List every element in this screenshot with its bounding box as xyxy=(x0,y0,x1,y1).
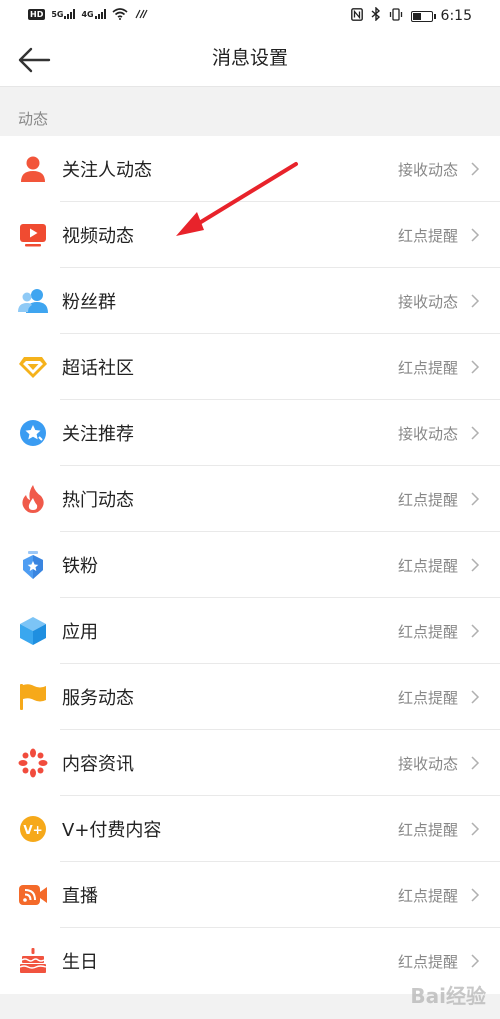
status-time: 6:15 xyxy=(440,8,472,24)
signal-4g-label: 4G xyxy=(81,10,94,19)
settings-list: 关注人动态 接收动态 视频动态 红点提醒 粉丝群 接收动态 超话社区 红点提醒 … xyxy=(0,136,500,994)
video-icon xyxy=(18,220,48,250)
signal-5g-icon: 5G xyxy=(51,9,76,19)
row-value: 接收动态 xyxy=(397,292,458,311)
row-label: 关注推荐 xyxy=(62,424,134,445)
row-label: 热门动态 xyxy=(62,490,134,511)
row-video-updates[interactable]: 视频动态 红点提醒 xyxy=(0,202,500,268)
row-label: 服务动态 xyxy=(62,688,134,709)
row-value: 红点提醒 xyxy=(397,952,458,971)
row-label: 直播 xyxy=(62,886,98,907)
row-label: 粉丝群 xyxy=(62,292,116,313)
nfc-icon xyxy=(350,7,363,25)
cake-icon xyxy=(18,946,48,976)
row-label: 应用 xyxy=(62,622,98,643)
chevron-right-icon xyxy=(471,228,480,242)
chevron-right-icon xyxy=(471,558,480,572)
row-value: 红点提醒 xyxy=(397,358,458,377)
chevron-right-icon xyxy=(471,954,480,968)
row-value: 红点提醒 xyxy=(397,886,458,905)
status-left: HD 5G 4G xyxy=(28,8,148,20)
chevron-right-icon xyxy=(471,822,480,836)
row-value: 接收动态 xyxy=(397,424,458,443)
row-hot-updates[interactable]: 热门动态 红点提醒 xyxy=(0,466,500,532)
page-title: 消息设置 xyxy=(211,47,288,69)
bluetooth-icon xyxy=(371,6,381,25)
row-label: 视频动态 xyxy=(62,226,134,247)
row-value: 红点提醒 xyxy=(397,490,458,509)
chevron-right-icon xyxy=(471,294,480,308)
row-follow-updates[interactable]: 关注人动态 接收动态 xyxy=(0,136,500,202)
chevron-right-icon xyxy=(471,162,480,176)
row-label: 生日 xyxy=(62,952,98,973)
battery-icon xyxy=(410,10,436,22)
watermark: Bai经验 xyxy=(410,984,486,1008)
cube-icon xyxy=(18,616,48,646)
wifi-icon xyxy=(112,8,128,20)
row-label: 超话社区 xyxy=(62,358,134,379)
group-icon xyxy=(18,286,48,316)
chevron-right-icon xyxy=(471,360,480,374)
row-value: 接收动态 xyxy=(397,754,458,773)
row-fan-group[interactable]: 粉丝群 接收动态 xyxy=(0,268,500,334)
section-header: 动态 xyxy=(18,110,49,128)
row-label: 铁粉 xyxy=(62,556,98,577)
status-bar: HD 5G 4G 6:15 xyxy=(0,0,500,34)
row-follow-recommend[interactable]: 关注推荐 接收动态 xyxy=(0,400,500,466)
vibrate-icon xyxy=(389,7,403,25)
row-apps[interactable]: 应用 红点提醒 xyxy=(0,598,500,664)
flame-icon xyxy=(18,484,48,514)
row-value: 红点提醒 xyxy=(397,820,458,839)
row-value: 接收动态 xyxy=(397,160,458,179)
row-iron-fans[interactable]: 铁粉 红点提醒 xyxy=(0,532,500,598)
data-speed-icon xyxy=(135,9,148,19)
row-value: 红点提醒 xyxy=(397,226,458,245)
chevron-right-icon xyxy=(471,888,480,902)
row-live[interactable]: 直播 红点提醒 xyxy=(0,862,500,928)
vplus-icon: V+ xyxy=(18,814,48,844)
row-service-updates[interactable]: 服务动态 红点提醒 xyxy=(0,664,500,730)
chevron-right-icon xyxy=(471,492,480,506)
signal-5g-label: 5G xyxy=(51,10,64,19)
row-value: 红点提醒 xyxy=(397,556,458,575)
dots-flower-icon xyxy=(18,748,48,778)
signal-4g-icon: 4G xyxy=(81,9,106,19)
live-camera-icon xyxy=(18,880,48,910)
row-label: 关注人动态 xyxy=(62,160,152,181)
chevron-right-icon xyxy=(471,690,480,704)
person-icon xyxy=(18,154,48,184)
hd-badge: HD xyxy=(28,8,46,20)
star-badge-icon xyxy=(18,418,48,448)
chevron-right-icon xyxy=(471,756,480,770)
row-vplus-paid-content[interactable]: V+ V+付费内容 红点提醒 xyxy=(0,796,500,862)
chevron-right-icon xyxy=(471,426,480,440)
medal-icon xyxy=(18,550,48,580)
vplus-icon-text: V+ xyxy=(23,823,42,837)
chevron-right-icon xyxy=(471,624,480,638)
status-right: 6:15 xyxy=(350,6,472,25)
nav-bar: 消息设置 xyxy=(0,34,500,87)
flag-icon xyxy=(18,682,48,712)
row-content-news[interactable]: 内容资讯 接收动态 xyxy=(0,730,500,796)
diamond-icon xyxy=(18,352,48,382)
row-label: V+付费内容 xyxy=(62,820,162,841)
row-label: 内容资讯 xyxy=(62,754,134,775)
row-value: 红点提醒 xyxy=(397,622,458,641)
row-super-topic[interactable]: 超话社区 红点提醒 xyxy=(0,334,500,400)
row-value: 红点提醒 xyxy=(397,688,458,707)
